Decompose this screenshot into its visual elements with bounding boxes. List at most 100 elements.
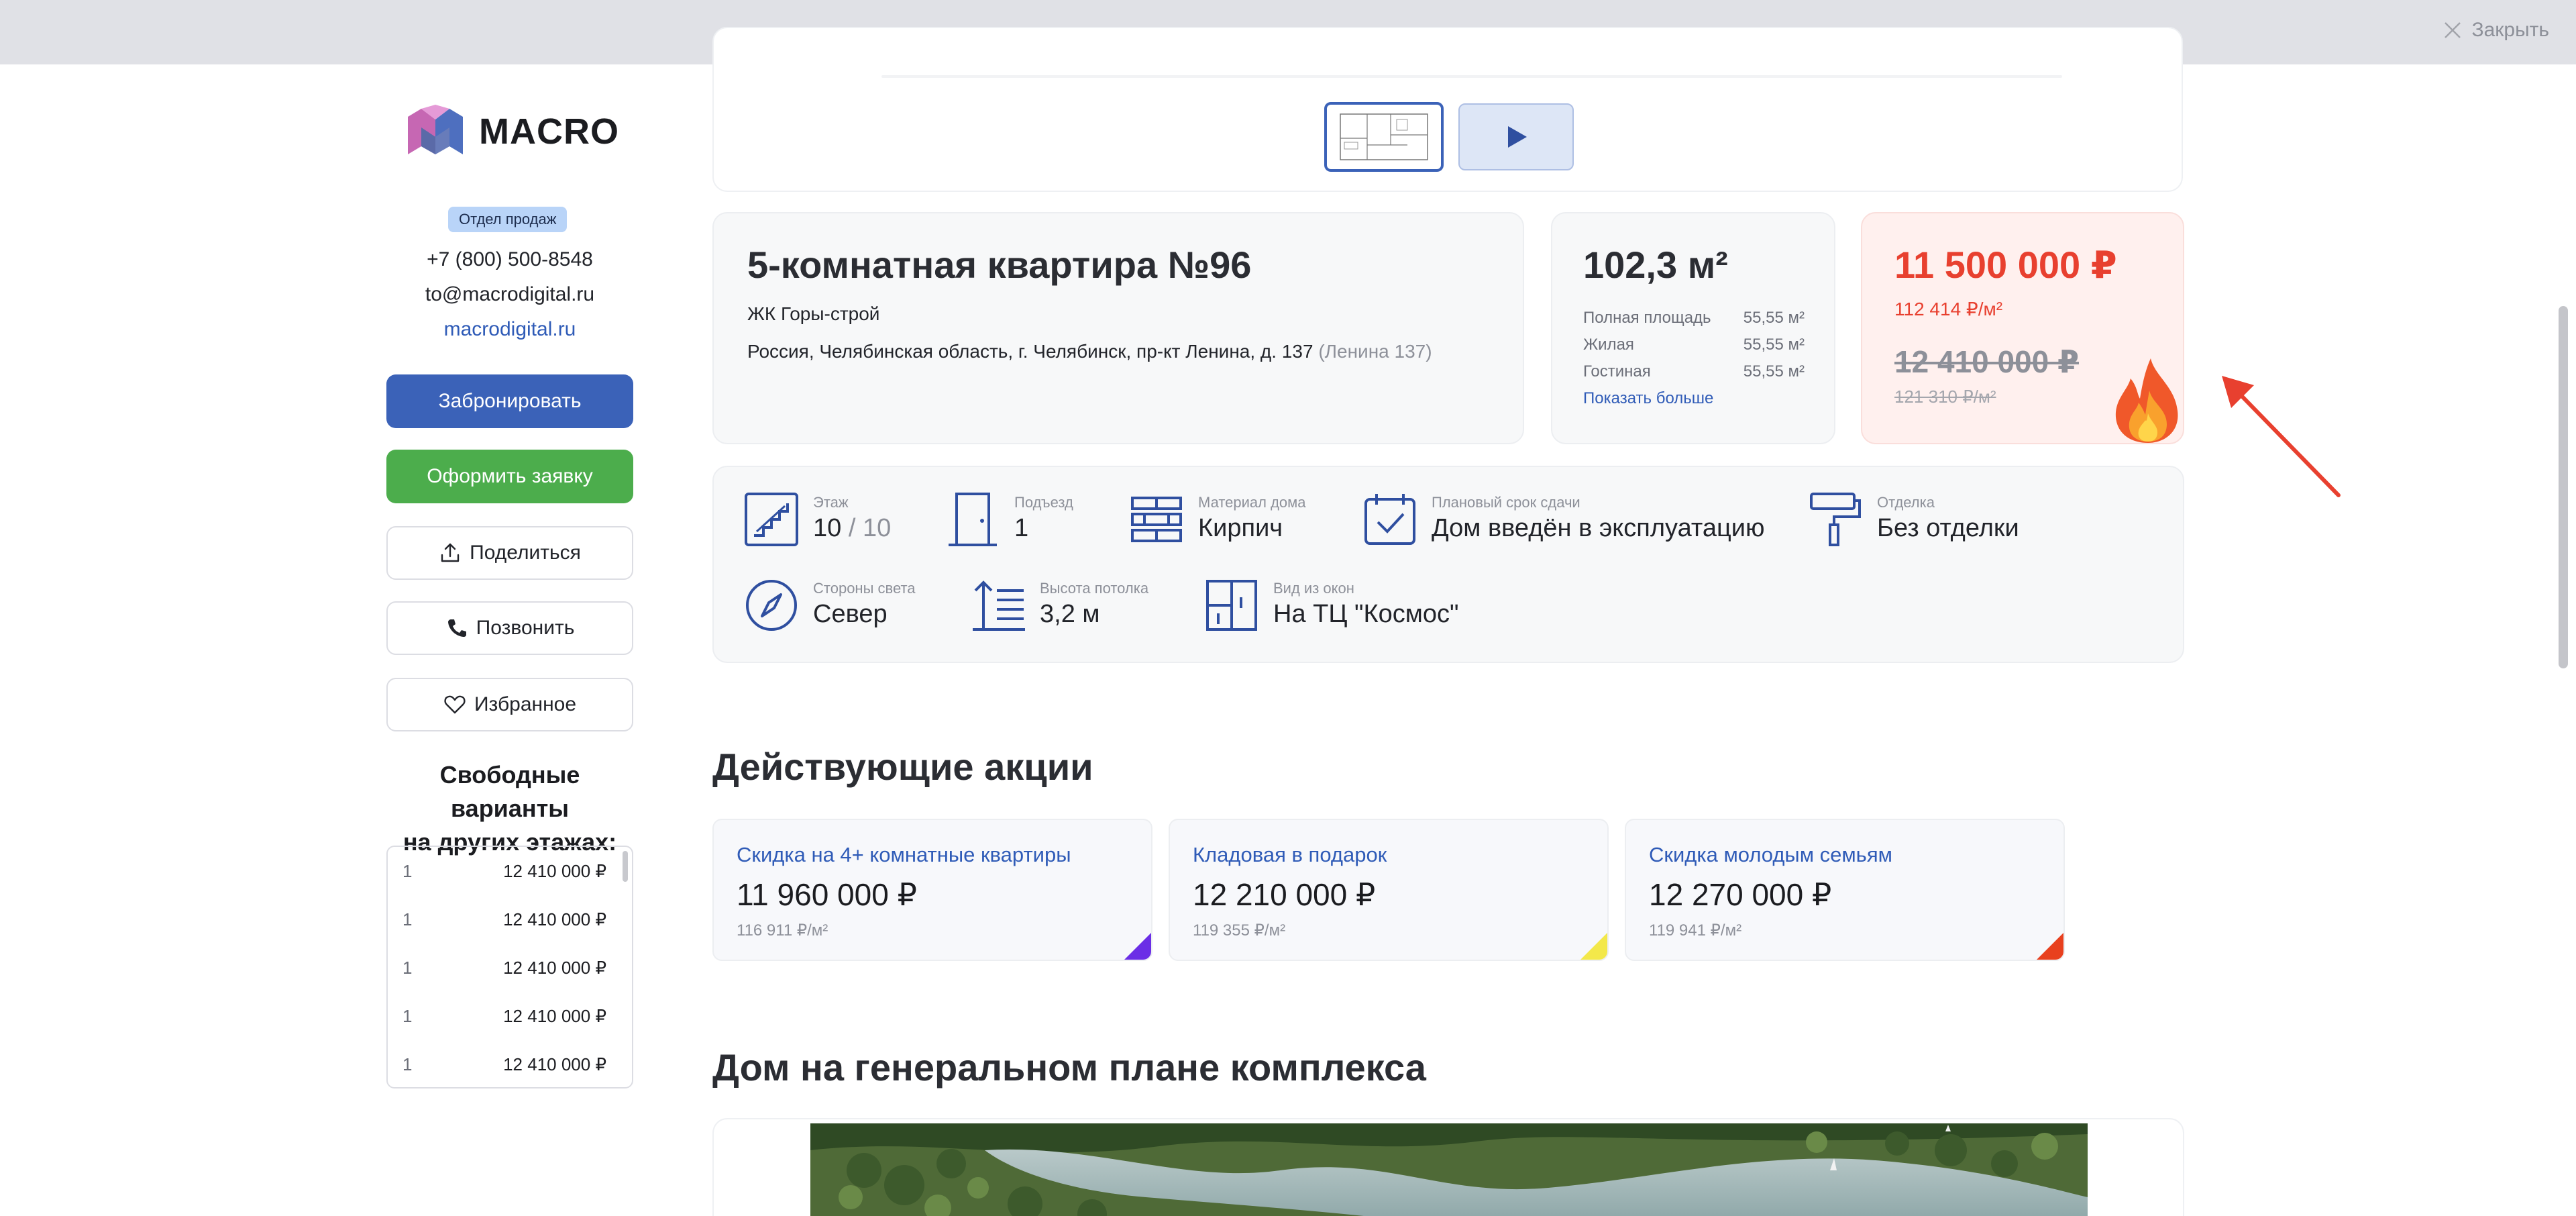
play-icon bbox=[1508, 126, 1527, 148]
feature-value: Без отделки bbox=[1877, 514, 2019, 542]
favorite-button-label: Избранное bbox=[474, 693, 577, 715]
call-button[interactable]: Позвонить bbox=[386, 601, 633, 655]
close-label: Закрыть bbox=[2471, 19, 2549, 41]
phone-number[interactable]: +7 (800) 500-8548 bbox=[386, 248, 633, 271]
feature-deadline: Плановый срок сдачи Дом введён в эксплуа… bbox=[1362, 491, 1765, 548]
promotion-corner-icon bbox=[1124, 933, 1151, 960]
promotion-card[interactable]: Скидка на 4+ комнатные квартиры 11 960 0… bbox=[712, 819, 1152, 961]
other-floors-title-line1: Свободные варианты bbox=[439, 761, 580, 822]
fire-icon bbox=[2115, 358, 2178, 443]
sidebar: MACRO Отдел продаж +7 (800) 500-8548 to@… bbox=[386, 64, 633, 1216]
feature-finish: Отделка Без отделки bbox=[1807, 491, 2019, 548]
feature-value: Север bbox=[813, 600, 888, 628]
promotion-price-per-m2: 119 941 ₽/м² bbox=[1649, 921, 1742, 940]
feature-value: 1 bbox=[1014, 514, 1029, 542]
area-row-value: 55,55 м² bbox=[1743, 362, 1805, 381]
area-row-value: 55,55 м² bbox=[1743, 309, 1805, 327]
feature-label: Этаж bbox=[813, 494, 849, 511]
macro-logo-icon bbox=[408, 105, 463, 154]
share-icon bbox=[441, 543, 460, 562]
area-card: 102,3 м² Полная площадь 55,55 м² Жилая 5… bbox=[1551, 212, 1835, 444]
favorite-button[interactable]: Избранное bbox=[386, 678, 633, 731]
feature-entrance: Подъезд 1 bbox=[945, 491, 1073, 548]
list-item[interactable]: 1 12 410 000 ₽ bbox=[388, 847, 632, 895]
promotion-price: 12 270 000 ₽ bbox=[1649, 877, 1832, 912]
feature-value: Кирпич bbox=[1198, 514, 1283, 542]
call-button-label: Позвонить bbox=[476, 617, 575, 639]
calendar-check-icon bbox=[1364, 494, 1415, 545]
feature-orientation: Стороны света Север bbox=[743, 577, 916, 634]
floor-number: 1 bbox=[402, 909, 413, 929]
promotion-price: 12 210 000 ₽ bbox=[1193, 877, 1376, 912]
stairs-icon bbox=[745, 493, 798, 546]
feature-label: Стороны света bbox=[813, 580, 916, 597]
heart-icon bbox=[444, 695, 466, 714]
floor-plan-thumbnail[interactable] bbox=[1324, 102, 1444, 172]
door-icon bbox=[949, 493, 997, 546]
other-floors-title: Свободные варианты на других этажах: bbox=[386, 758, 633, 859]
promotion-name: Скидка молодым семьям bbox=[1649, 843, 1892, 866]
promotion-corner-icon bbox=[1580, 933, 1607, 960]
video-thumbnail[interactable] bbox=[1458, 103, 1574, 170]
close-icon bbox=[2445, 22, 2461, 38]
email-address[interactable]: to@macrodigital.ru bbox=[386, 283, 633, 306]
complex-name: ЖК Горы-строй bbox=[747, 303, 880, 324]
floor-total: / 10 bbox=[841, 514, 892, 542]
paint-roller-icon bbox=[1810, 493, 1861, 546]
list-item[interactable]: 1 12 410 000 ₽ bbox=[388, 895, 632, 944]
other-floors-list[interactable]: 1 12 410 000 ₽ 1 12 410 000 ₽ 1 12 410 0… bbox=[386, 846, 633, 1088]
sales-department-badge: Отдел продаж bbox=[448, 207, 568, 232]
media-gallery bbox=[712, 27, 2183, 192]
feature-label: Отделка bbox=[1877, 494, 1935, 511]
current-price: 11 500 000 ₽ bbox=[1894, 244, 2117, 286]
feature-value: 10 / 10 bbox=[813, 514, 891, 543]
promotion-card[interactable]: Скидка молодым семьям 12 270 000 ₽ 119 9… bbox=[1625, 819, 2065, 961]
phone-icon bbox=[447, 619, 466, 637]
area-row-living-room: Гостиная 55,55 м² bbox=[1583, 362, 1805, 381]
feature-material: Материал дома Кирпич bbox=[1128, 491, 1306, 548]
website-link[interactable]: macrodigital.ru bbox=[386, 318, 633, 341]
area-row-label: Жилая bbox=[1583, 336, 1634, 354]
area-row-value: 55,55 м² bbox=[1743, 336, 1805, 354]
floor-price: 12 410 000 ₽ bbox=[503, 909, 606, 929]
ceiling-height-icon bbox=[973, 580, 1025, 631]
window-icon bbox=[1206, 580, 1257, 631]
address: Россия, Челябинская область, г. Челябинс… bbox=[747, 341, 1432, 362]
feature-value: 3,2 м bbox=[1040, 600, 1100, 628]
book-button[interactable]: Забронировать bbox=[386, 374, 633, 428]
list-item[interactable]: 1 12 410 000 ₽ bbox=[388, 992, 632, 1040]
share-button-label: Поделиться bbox=[470, 542, 581, 564]
list-item[interactable]: 1 12 410 000 ₽ bbox=[388, 1040, 632, 1087]
list-item[interactable]: 1 12 410 000 ₽ bbox=[388, 944, 632, 992]
logo[interactable]: MACRO bbox=[405, 105, 619, 158]
feature-label: Высота потолка bbox=[1040, 580, 1149, 597]
logo-text: MACRO bbox=[479, 111, 619, 152]
features-card: Этаж 10 / 10 Подъезд 1 Материал дома Кир… bbox=[712, 466, 2184, 663]
feature-view: Вид из окон На ТЦ "Космос" bbox=[1203, 577, 1459, 634]
genplan-card[interactable] bbox=[712, 1118, 2184, 1216]
feature-ceiling: Высота потолка 3,2 м bbox=[970, 577, 1148, 634]
share-button[interactable]: Поделиться bbox=[386, 526, 633, 580]
area-row-label: Гостиная bbox=[1583, 362, 1651, 381]
floor-number: 1 bbox=[402, 1005, 413, 1026]
page-scrollbar[interactable] bbox=[2559, 306, 2568, 668]
request-button[interactable]: Оформить заявку bbox=[386, 450, 633, 503]
floor-value: 10 bbox=[813, 514, 842, 542]
feature-value: На ТЦ "Космос" bbox=[1273, 600, 1459, 628]
gallery-divider bbox=[881, 75, 2062, 78]
promotion-price: 11 960 000 ₽ bbox=[737, 877, 917, 912]
promotion-price-per-m2: 119 355 ₽/м² bbox=[1193, 921, 1286, 940]
floor-number: 1 bbox=[402, 860, 413, 881]
price-card: 11 500 000 ₽ 112 414 ₽/м² 12 410 000 ₽ 1… bbox=[1861, 212, 2184, 444]
floor-price: 12 410 000 ₽ bbox=[503, 1005, 606, 1026]
show-more-link[interactable]: Показать больше bbox=[1583, 389, 1713, 408]
old-price-per-m2: 121 310 ₽/м² bbox=[1894, 387, 1996, 407]
close-button[interactable]: Закрыть bbox=[2442, 19, 2549, 42]
genplan-title: Дом на генеральном плане комплекса bbox=[712, 1046, 1426, 1088]
list-scrollbar[interactable] bbox=[623, 851, 628, 882]
total-area: 102,3 м² bbox=[1583, 244, 1728, 286]
promotion-card[interactable]: Кладовая в подарок 12 210 000 ₽ 119 355 … bbox=[1169, 819, 1609, 961]
compass-icon bbox=[746, 580, 797, 631]
feature-floor: Этаж 10 / 10 bbox=[743, 491, 891, 548]
book-button-label: Забронировать bbox=[438, 390, 582, 412]
